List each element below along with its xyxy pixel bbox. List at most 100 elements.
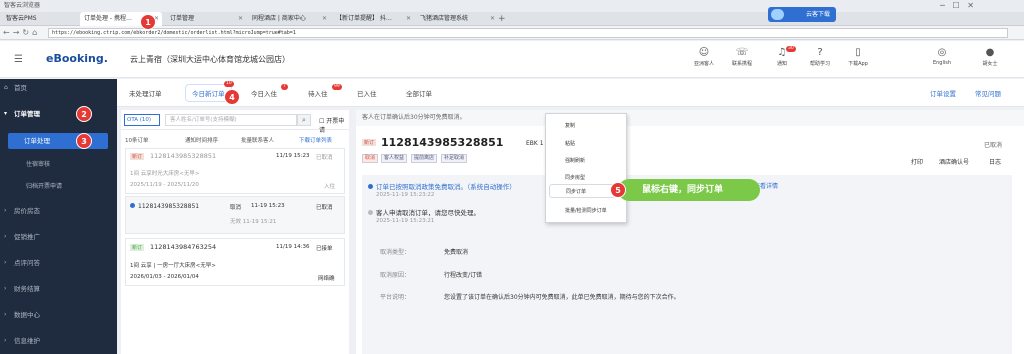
order-number: 1128143984763254 (150, 243, 217, 251)
order-status: 已接单 (316, 246, 333, 252)
hotel-name[interactable]: 云上青宿（深圳大运中心体育馆龙城公园店） (130, 54, 290, 65)
new-tab-icon[interactable]: + (498, 12, 506, 26)
tab-badge: 10 (224, 81, 234, 87)
order-status: 已取消 (316, 205, 333, 211)
order-timeline: 订单已按照取消政策免费取消。（系统自动操作） 2025-11-19 15:23:… (362, 175, 1012, 354)
close-tab-icon[interactable]: ✕ (322, 12, 327, 26)
step-marker: 4 (224, 89, 240, 105)
order-status: 已取消 (316, 155, 333, 161)
sidebar-item-invoice[interactable]: 归档开票申请 (0, 179, 117, 195)
cloud-icon (771, 9, 784, 20)
order-tag: 新订 (130, 244, 145, 251)
sidebar-item-rates[interactable]: › 房价房态 (0, 203, 117, 219)
close-tab-icon[interactable]: ✕ (406, 12, 411, 26)
menu-item-sync-order[interactable]: 同步订单 (549, 184, 615, 198)
url-input[interactable]: https://ebooking.ctrip.com/ebkorder2/dom… (48, 28, 1008, 38)
detail-row: 平台说明： 您设置了该订单在确认后30分钟内可免费取消，此单已免费取消，期待与您的… (380, 294, 680, 301)
tab-pending-checkin[interactable]: 待入住 99 (308, 84, 342, 98)
detail-row: 取消原因： 行程改变/订错 (380, 272, 483, 279)
detail-row: 取消类型： 免费取消 (380, 249, 469, 256)
menu-item-paste[interactable]: 粘贴 (546, 137, 628, 151)
browser-tab-douyin[interactable]: 【新订单提醒】 抖… ✕ (332, 12, 414, 26)
header-item-contact[interactable]: ☏ 联系携程 (722, 46, 762, 67)
close-tab-icon[interactable]: ✕ (490, 12, 495, 26)
address-bar: ←→↻⌂ https://ebooking.ctrip.com/ebkorder… (0, 26, 1024, 40)
batch-contact[interactable]: 批量联系客人 (241, 136, 274, 144)
detail-tag: 新订 (362, 139, 377, 146)
list-filter-bar: 10条订单 通知时间排序 批量联系客人 下载订单列表 (121, 132, 349, 146)
sidebar-item-home[interactable]: ⌂ 首页 (0, 80, 117, 96)
sort-select[interactable]: 通知时间排序 (185, 136, 218, 144)
tab-badge: 99 (332, 84, 342, 90)
sidebar-item-stay-review[interactable]: 住宿审核 (0, 157, 117, 173)
help-icon: ? (817, 47, 823, 58)
header-item-account[interactable]: ● 胡女士 (970, 46, 1010, 67)
header-item-help[interactable]: ? 帮助学习 (800, 46, 840, 67)
room-info: 1间 云享 | 一房一厅大床房<无早> (130, 263, 216, 269)
browser-tab-fliggy[interactable]: 飞猪酒店管理系统 ✕ (416, 12, 498, 26)
stay-dates: 2026/01/03 - 2026/01/04 (130, 274, 199, 280)
sidebar-item-order-processing[interactable]: 订单处理 (8, 133, 108, 149)
cloud-download-button[interactable]: 云客下载 (768, 7, 836, 22)
menu-item-batch-sync[interactable]: 批量/检测同步订单 (546, 204, 628, 218)
order-time: 11-19 15:23 (251, 203, 285, 209)
download-list-link[interactable]: 下载订单列表 (299, 136, 332, 144)
channel-select[interactable]: OTA (10) (124, 114, 160, 126)
sidebar-item-reviews[interactable]: › 点评问答 (0, 255, 117, 271)
search-icon[interactable]: ⌕ (297, 114, 311, 126)
tab-checked-in[interactable]: 已入住 (357, 88, 377, 98)
header-item-language[interactable]: ◎ English (922, 46, 962, 66)
step-marker: 2 (76, 106, 92, 122)
sidebar-item-data[interactable]: › 数据中心 (0, 307, 117, 323)
menu-item-force-refresh[interactable]: 强制刷新 (546, 154, 628, 168)
menu-item-copy[interactable]: 复制 (546, 119, 628, 133)
faq-link[interactable]: 常见问题 (975, 88, 1001, 98)
step-marker: 3 (76, 133, 92, 149)
tab-unprocessed[interactable]: 未处理订单 (129, 88, 162, 98)
callout-bubble: 鼠标右键，同步订单 (618, 179, 760, 201)
order-card[interactable]: 新订 1128143985328851 11/19 15:23 已取消 1间 云… (125, 148, 345, 194)
tab-today-checkin[interactable]: 今日入住 7 (251, 84, 288, 98)
browser-tab-order-management[interactable]: 订单管理 ✕ (166, 12, 246, 26)
ebk-label: EBK 1 (526, 140, 544, 147)
ebooking-logo: eBooking. (46, 52, 108, 65)
detail-tag-chip: 提前离店 (411, 154, 438, 163)
order-card[interactable]: 新订 1128143984763254 11/19 14:36 已接单 1间 云… (125, 238, 345, 286)
detail-status: 已取消 (984, 142, 1003, 149)
tab-all-orders[interactable]: 全部订单 (406, 88, 432, 98)
browser-tab-pms[interactable]: 智客云PMS (2, 12, 76, 26)
order-substatus: 无效 11-19 15:21 (230, 219, 277, 225)
order-settings-link[interactable]: 订单设置 (930, 88, 956, 98)
notice-badge: 30 (786, 46, 796, 52)
header-item-guest[interactable]: ☺ 亚洲客人 (684, 46, 724, 67)
chevron-right-icon: › (4, 311, 7, 318)
close-tab-icon[interactable]: ✕ (238, 12, 243, 26)
order-state: 网络确 (318, 276, 335, 282)
user-icon: ☺ (698, 47, 710, 58)
step-marker: 1 (140, 14, 156, 30)
globe-icon: ◎ (937, 47, 947, 58)
browser-title: 智客云浏览器 (0, 0, 1024, 12)
log-button[interactable]: 日志 (989, 157, 1001, 166)
search-input[interactable]: 客人姓名/订单号(支持模糊) (165, 114, 297, 126)
menu-icon[interactable]: ☰ (14, 54, 23, 65)
sidebar-item-info[interactable]: › 信息维护 (0, 333, 117, 349)
order-number: 1128143985328851 (150, 152, 217, 160)
context-menu: 复制 粘贴 强制刷新 同步房型 同步订单 批量/检测同步订单 (545, 113, 627, 223)
order-card[interactable]: 1128143985328851 取消 11-19 15:23 已取消 无效 1… (125, 196, 345, 234)
sidebar-item-promotion[interactable]: › 促销推广 (0, 229, 117, 245)
order-state: 入住 (324, 184, 336, 190)
confirm-number-button[interactable]: 酒店确认号 (939, 157, 969, 166)
detail-notice: 客人在订单确认后30分钟可免费取消。 (356, 110, 1024, 126)
header-item-notice[interactable]: ♫ 通知 30 (762, 46, 802, 67)
browser-tab-tongcheng[interactable]: 同程酒店 | 商家中心 ✕ (248, 12, 330, 26)
sidebar-item-finance[interactable]: › 财务结算 (0, 281, 117, 297)
browser-nav-icons[interactable]: ←→↻⌂ (3, 26, 40, 40)
tab-badge: 7 (281, 84, 288, 90)
sidebar-item-order-management[interactable]: ▾ 订单管理 (0, 106, 117, 122)
print-button[interactable]: 打印 (911, 157, 923, 166)
detail-tag-chip: 客人权益 (381, 154, 408, 163)
detail-order-number: 1128143985328851 (381, 136, 504, 149)
header-item-download-app[interactable]: ▯ 下载App (838, 46, 878, 67)
event-time: 2025-11-19 15:23:21 (376, 218, 435, 224)
